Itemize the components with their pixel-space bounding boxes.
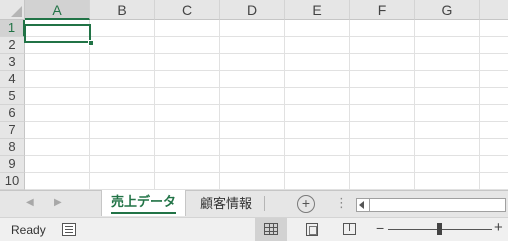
tab-divider: [264, 196, 265, 211]
row-header-5[interactable]: 5: [0, 88, 25, 105]
sheet-tab-customer-info[interactable]: 顧客情報: [190, 191, 262, 216]
column-header-f[interactable]: F: [350, 0, 415, 20]
active-tab-underline: [111, 212, 176, 214]
scroll-left-icon[interactable]: [359, 201, 364, 209]
normal-view-icon: [264, 223, 278, 235]
page-break-preview-button[interactable]: [334, 218, 366, 241]
select-all-button[interactable]: [0, 0, 25, 20]
row-header-2[interactable]: 2: [0, 37, 25, 54]
row-header-1[interactable]: 1: [0, 20, 25, 37]
column-header-d[interactable]: D: [220, 0, 285, 20]
spreadsheet-grid[interactable]: A B C D E F G 1 2 3 4 5 6 7 8 9 10: [0, 0, 508, 190]
row-header-9[interactable]: 9: [0, 156, 25, 173]
column-header-a[interactable]: A: [25, 0, 90, 20]
row-header-7[interactable]: 7: [0, 122, 25, 139]
sheet-tab-label: 売上データ: [110, 194, 176, 209]
scrollbar-divider: [369, 199, 370, 211]
page-break-preview-icon: [343, 223, 356, 235]
page-layout-view-icon: [306, 223, 318, 236]
normal-view-button[interactable]: [255, 218, 287, 241]
zoom-out-button[interactable]: −: [376, 220, 384, 236]
row-header-10[interactable]: 10: [0, 173, 25, 190]
row-header-8[interactable]: 8: [0, 139, 25, 156]
fill-handle[interactable]: [88, 40, 94, 46]
page-layout-view-button[interactable]: [296, 218, 328, 241]
row-header-6[interactable]: 6: [0, 105, 25, 122]
ellipsis-icon[interactable]: ⋮: [335, 195, 348, 211]
horizontal-scrollbar[interactable]: [356, 198, 506, 212]
row-header-4[interactable]: 4: [0, 71, 25, 88]
column-header-g[interactable]: G: [415, 0, 480, 20]
select-all-icon: [11, 6, 22, 17]
status-text: Ready: [11, 223, 46, 237]
row-header-3[interactable]: 3: [0, 54, 25, 71]
next-sheet-icon[interactable]: ▶: [54, 197, 62, 208]
zoom-in-button[interactable]: +: [494, 219, 503, 236]
sheet-tab-bar: ◀ ▶ 売上データ 顧客情報 + ⋮: [0, 190, 508, 217]
status-bar: Ready − +: [0, 217, 508, 241]
active-cell-a1[interactable]: [24, 24, 91, 43]
add-sheet-icon[interactable]: +: [297, 195, 315, 213]
column-header-h[interactable]: [480, 0, 508, 20]
column-header-b[interactable]: B: [90, 0, 155, 20]
cell-area[interactable]: [25, 20, 508, 190]
zoom-slider-thumb[interactable]: [437, 223, 442, 235]
row-headers: 1 2 3 4 5 6 7 8 9 10: [0, 20, 25, 190]
column-header-c[interactable]: C: [155, 0, 220, 20]
previous-sheet-icon[interactable]: ◀: [26, 197, 34, 208]
column-header-e[interactable]: E: [285, 0, 350, 20]
sheet-tab-sales-data[interactable]: 売上データ: [101, 190, 186, 216]
column-headers: A B C D E F G: [25, 0, 508, 20]
macro-record-icon[interactable]: [62, 223, 76, 236]
